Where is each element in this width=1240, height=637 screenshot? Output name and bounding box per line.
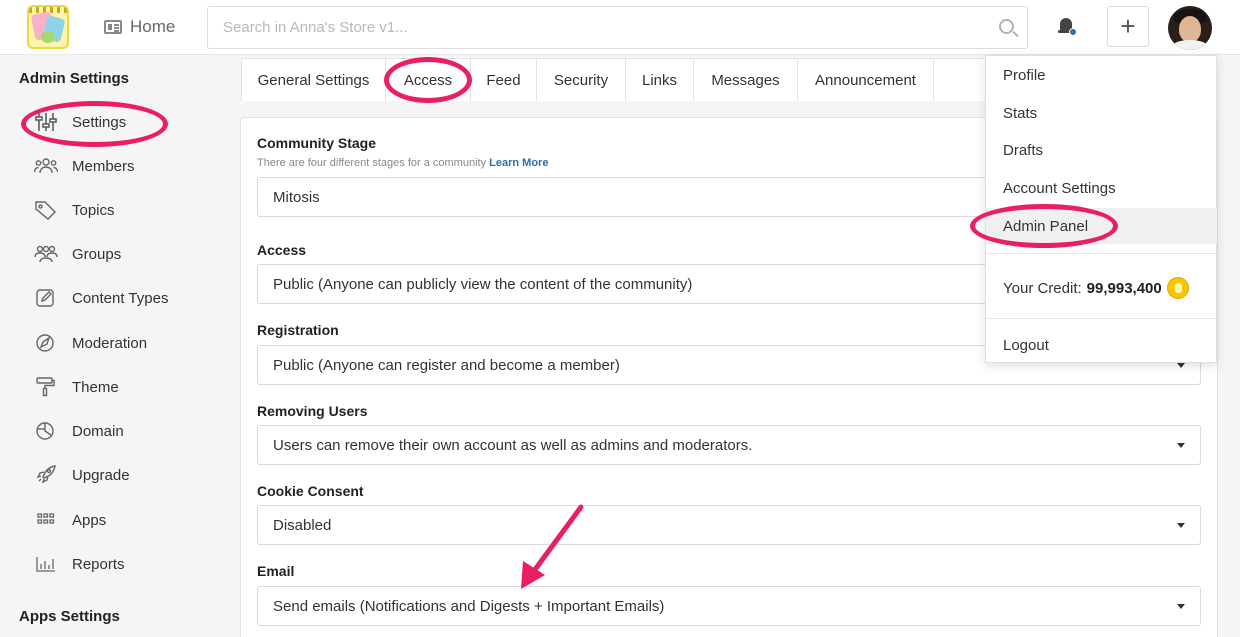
access-label: Access <box>257 242 307 258</box>
sidebar-item-label: Settings <box>72 113 127 131</box>
newspaper-icon <box>104 20 122 34</box>
tab-security[interactable]: Security <box>537 59 626 101</box>
admin-sidebar: Admin Settings Settings Members Topics G… <box>0 56 222 637</box>
cookie-consent-select[interactable]: Disabled <box>257 505 1201 545</box>
sidebar-item-label: Moderation <box>72 334 148 352</box>
menu-item-account-settings[interactable]: Account Settings <box>986 170 1217 206</box>
tab-announcement[interactable]: Announcement <box>798 59 934 101</box>
sidebar-item-label: Upgrade <box>72 466 130 484</box>
admin-settings-title: Admin Settings <box>19 70 130 87</box>
edit-icon <box>33 288 58 308</box>
users-icon <box>33 156 58 176</box>
access-value: Public (Anyone can publicly view the con… <box>273 275 693 293</box>
tab-general-settings[interactable]: General Settings <box>242 59 386 101</box>
apps-settings-title: Apps Settings <box>19 608 120 625</box>
sidebar-item-label: Theme <box>72 378 119 396</box>
sidebar-item-reports[interactable]: Reports <box>33 550 125 578</box>
groups-icon <box>33 244 58 264</box>
cookie-consent-value: Disabled <box>273 516 332 534</box>
sidebar-item-label: Apps <box>72 511 107 529</box>
sidebar-item-theme[interactable]: Theme <box>33 373 119 401</box>
community-stage-label: Community Stage <box>257 135 377 151</box>
sidebar-item-moderation[interactable]: Moderation <box>33 329 147 357</box>
sidebar-item-groups[interactable]: Groups <box>33 240 121 268</box>
menu-item-admin-panel[interactable]: Admin Panel <box>986 208 1217 244</box>
sidebar-item-upgrade[interactable]: Upgrade <box>33 461 130 489</box>
tab-feed[interactable]: Feed <box>471 59 537 101</box>
sidebar-item-settings[interactable]: Settings <box>33 108 126 136</box>
removing-users-value: Users can remove their own account as we… <box>273 436 753 454</box>
menu-divider <box>986 253 1217 254</box>
tab-access[interactable]: Access <box>386 59 471 101</box>
settings-tabs: General Settings Access Feed Security Li… <box>241 58 986 101</box>
bar-chart-icon <box>33 554 58 574</box>
menu-item-logout[interactable]: Logout <box>986 327 1217 363</box>
search-icon[interactable] <box>999 19 1014 34</box>
community-stage-helper: There are four different stages for a co… <box>257 157 548 169</box>
sidebar-item-label: Groups <box>72 245 122 263</box>
learn-more-link[interactable]: Learn More <box>489 157 548 169</box>
menu-item-profile[interactable]: Profile <box>986 57 1217 93</box>
registration-value: Public (Anyone can register and become a… <box>273 356 620 374</box>
paint-roller-icon <box>33 377 58 397</box>
globe-icon <box>33 421 58 441</box>
sidebar-item-topics[interactable]: Topics <box>33 196 115 224</box>
menu-item-drafts[interactable]: Drafts <box>986 132 1217 168</box>
notification-bell-icon[interactable] <box>1057 16 1077 38</box>
grid-icon <box>33 510 58 530</box>
chevron-down-icon <box>1177 363 1185 368</box>
search-input[interactable] <box>208 7 968 48</box>
top-bar: Home + <box>0 0 1240 55</box>
email-value: Send emails (Notifications and Digests +… <box>273 597 665 615</box>
rocket-icon <box>33 465 58 485</box>
removing-users-label: Removing Users <box>257 403 368 419</box>
registration-label: Registration <box>257 322 339 338</box>
sidebar-item-domain[interactable]: Domain <box>33 417 124 445</box>
cookie-consent-label: Cookie Consent <box>257 483 364 499</box>
sidebar-item-label: Topics <box>72 201 115 219</box>
sidebar-item-label: Content Types <box>72 289 169 307</box>
sidebar-item-label: Members <box>72 157 135 175</box>
tab-messages[interactable]: Messages <box>694 59 798 101</box>
create-button[interactable]: + <box>1107 6 1149 47</box>
chevron-down-icon <box>1177 523 1185 528</box>
home-link[interactable]: Home <box>104 14 175 40</box>
email-label: Email <box>257 563 295 579</box>
moderation-icon <box>33 333 58 353</box>
credit-label: Your Credit: <box>1003 279 1082 297</box>
sidebar-item-members[interactable]: Members <box>33 152 135 180</box>
credit-value: 99,993,400 <box>1086 279 1162 297</box>
store-logo[interactable] <box>27 5 69 49</box>
sidebar-item-label: Domain <box>72 422 124 440</box>
menu-divider <box>986 318 1217 319</box>
sidebar-item-content-types[interactable]: Content Types <box>33 284 168 312</box>
sliders-icon <box>33 112 58 132</box>
tag-icon <box>33 200 58 220</box>
sidebar-item-apps[interactable]: Apps <box>33 506 106 534</box>
avatar[interactable] <box>1168 6 1212 50</box>
home-label: Home <box>130 17 176 36</box>
community-stage-value: Mitosis <box>273 188 320 206</box>
email-select[interactable]: Send emails (Notifications and Digests +… <box>257 586 1201 626</box>
profile-menu: Profile Stats Drafts Account Settings Ad… <box>985 55 1217 363</box>
removing-users-select[interactable]: Users can remove their own account as we… <box>257 425 1201 465</box>
chevron-down-icon <box>1177 604 1185 609</box>
chevron-down-icon <box>1177 443 1185 448</box>
credit-display: Your Credit: 99,993,400 <box>986 270 1217 306</box>
coin-icon <box>1166 277 1189 299</box>
search-bar <box>207 6 1028 49</box>
helper-text: There are four different stages for a co… <box>257 157 487 169</box>
sidebar-item-label: Reports <box>72 555 125 573</box>
tab-links[interactable]: Links <box>626 59 694 101</box>
menu-item-stats[interactable]: Stats <box>986 95 1217 131</box>
